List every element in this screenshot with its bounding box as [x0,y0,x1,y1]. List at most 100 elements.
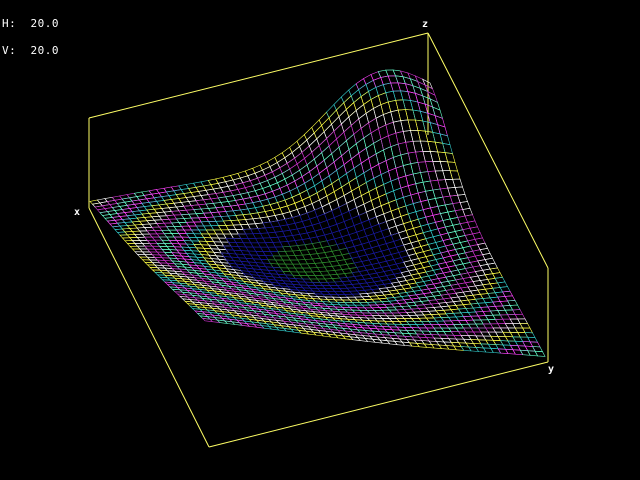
mesh-cell [356,203,367,216]
mesh-cell [390,177,402,192]
mesh-cell [447,161,458,172]
mesh-cell [405,227,417,238]
mesh-cell [418,256,429,264]
mesh-cell [368,216,380,228]
mesh-cell [368,257,380,265]
mesh-cell [282,190,293,201]
mesh-cell [457,308,469,314]
mesh-cell [439,187,451,198]
mesh-cell [428,274,439,281]
mesh-cell [217,211,229,217]
mesh-cell [373,250,385,259]
mesh-cell [452,258,464,266]
mesh-cell [457,194,468,203]
mesh-cell [390,208,402,220]
mesh-cell [383,210,394,222]
mesh-cell [437,262,449,270]
mesh-cell [460,312,472,317]
mesh-cell [289,186,301,198]
mesh-cell [272,188,283,198]
mesh-cell [279,205,291,215]
mesh-cell [363,226,375,237]
mesh-cell [385,241,397,250]
mesh-cell [402,130,414,143]
mesh-cell [331,178,342,193]
mesh-cell [173,214,185,220]
mesh-cell [492,301,504,307]
mesh-cell [417,161,429,173]
mesh-cell [380,135,392,151]
mesh-cell [360,157,372,174]
mesh-cell [444,178,456,189]
mesh-cell [398,230,409,240]
mesh-cell [215,176,226,184]
mesh-cell [388,263,400,271]
mesh-cell [348,143,360,160]
mesh-cell [336,194,347,208]
box-edge [208,361,549,448]
mesh-cell [353,162,365,179]
mesh-cell [454,186,466,196]
mesh-cell [299,212,311,222]
mesh-cell [341,181,352,196]
mesh-cell [296,206,308,216]
mesh-cell [370,128,382,144]
mesh-cell [363,167,375,183]
mesh-cell [375,114,387,129]
mesh-cell [304,258,316,265]
mesh-cell [267,196,278,205]
mesh-cell [405,248,417,256]
mesh-cell [385,259,397,267]
mesh-cell [373,77,384,88]
mesh-cell [348,207,360,219]
mesh-cell [378,221,390,232]
mesh-cell [200,208,212,214]
mesh-cell [450,254,461,262]
mesh-cell [403,274,415,281]
mesh-cell [366,252,377,261]
mesh-cell [522,327,534,334]
mesh-cell [380,248,392,257]
mesh-cell [257,227,269,234]
mesh-cell [378,124,389,140]
surface-plot-viewport[interactable]: x y z [0,0,640,480]
mesh-cell [395,244,407,253]
mesh-cell [383,234,395,244]
mesh-cell [370,71,382,81]
mesh-cell [180,213,192,219]
mesh-cell [375,237,387,247]
mesh-cell [519,323,531,329]
mesh-cell [353,127,365,145]
mesh-cell [346,167,357,183]
mesh-cell [373,138,384,155]
mesh-cell [264,190,276,200]
mesh-cell [239,175,251,184]
mesh-cell [329,223,340,234]
mesh-cell [442,271,454,278]
mesh-cell [257,193,269,202]
box-edge [88,32,429,119]
mesh-cell [267,231,279,239]
mesh-cell [343,240,355,249]
mesh-cell [400,119,411,132]
mesh-cell [425,254,437,262]
mesh-cell [386,273,397,280]
axis-label-x: x [74,207,80,218]
mesh-cell [378,243,390,252]
mesh-cell [413,225,424,236]
mesh-cell [405,264,417,272]
mesh-cell [302,254,313,260]
mesh-cell [316,213,328,224]
mesh-cell [365,177,377,193]
mesh-cell [370,95,382,109]
mesh-cell [385,90,397,103]
mesh-cell [412,172,424,185]
mesh-cell [306,185,318,198]
mesh-cell [437,179,449,190]
mesh-cell [301,218,313,228]
mesh-cell [237,170,249,179]
mesh-cell [388,225,399,236]
mesh-cell [383,254,395,262]
mesh-cell [422,249,434,258]
mesh-cell [343,190,355,204]
